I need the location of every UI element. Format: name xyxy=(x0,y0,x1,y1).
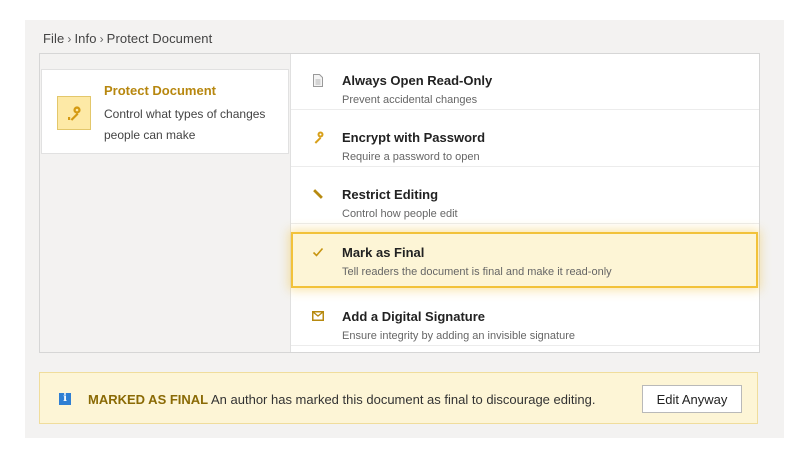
option-always-open-read-only[interactable]: Always Open Read-Only Prevent accidental… xyxy=(291,54,759,110)
breadcrumb-separator: › xyxy=(67,31,72,46)
protect-document-title: Protect Document xyxy=(104,83,216,98)
breadcrumb-protect-document: Protect Document xyxy=(106,31,213,46)
protect-summary-column: Protect Document Control what types of c… xyxy=(40,54,291,352)
option-title: Restrict Editing xyxy=(342,187,439,202)
marked-as-final-banner: i MARKED AS FINAL An author has marked t… xyxy=(39,372,758,424)
key-icon xyxy=(57,96,91,130)
breadcrumb: File › Info › Protect Document xyxy=(43,31,212,46)
info-icon: i xyxy=(59,393,71,405)
option-title: Add a Digital Signature xyxy=(342,309,486,324)
option-description: Ensure integrity by adding an invisible … xyxy=(342,330,575,342)
option-mark-as-final[interactable]: Mark as Final Tell readers the document … xyxy=(291,232,758,288)
option-encrypt-with-password[interactable]: Encrypt with Password Require a password… xyxy=(291,111,759,167)
backstage-frame: File › Info › Protect Document Protect D… xyxy=(25,20,784,438)
option-title: Encrypt with Password xyxy=(342,130,486,145)
protect-document-description: Control what types of changes people can… xyxy=(104,107,266,142)
banner-message: An author has marked this document as fi… xyxy=(211,392,596,407)
option-description: Prevent accidental changes xyxy=(342,94,478,106)
protect-panel: Protect Document Control what types of c… xyxy=(39,53,760,353)
breadcrumb-info[interactable]: Info xyxy=(74,31,96,46)
document-icon xyxy=(311,73,325,87)
key-icon xyxy=(311,130,325,144)
breadcrumb-separator: › xyxy=(99,31,104,46)
option-title: Always Open Read-Only xyxy=(342,73,493,88)
option-title: Mark as Final xyxy=(342,245,425,260)
option-description: Tell readers the document is final and m… xyxy=(342,266,612,278)
edit-anyway-button[interactable]: Edit Anyway xyxy=(642,385,742,413)
option-restrict-editing[interactable]: Restrict Editing Control how people edit xyxy=(291,168,759,224)
breadcrumb-file[interactable]: File xyxy=(43,31,64,46)
banner-label: MARKED AS FINAL xyxy=(88,392,209,407)
pencil-icon xyxy=(311,187,325,201)
protection-options-list: Always Open Read-Only Prevent accidental… xyxy=(291,54,759,352)
option-description: Control how people edit xyxy=(342,208,458,220)
protect-document-card[interactable]: Protect Document Control what types of c… xyxy=(41,69,289,154)
checkmark-icon xyxy=(311,245,325,259)
envelope-icon xyxy=(311,309,325,323)
option-description: Require a password to open xyxy=(342,151,480,163)
option-add-digital-signature[interactable]: Add a Digital Signature Ensure integrity… xyxy=(291,290,759,346)
